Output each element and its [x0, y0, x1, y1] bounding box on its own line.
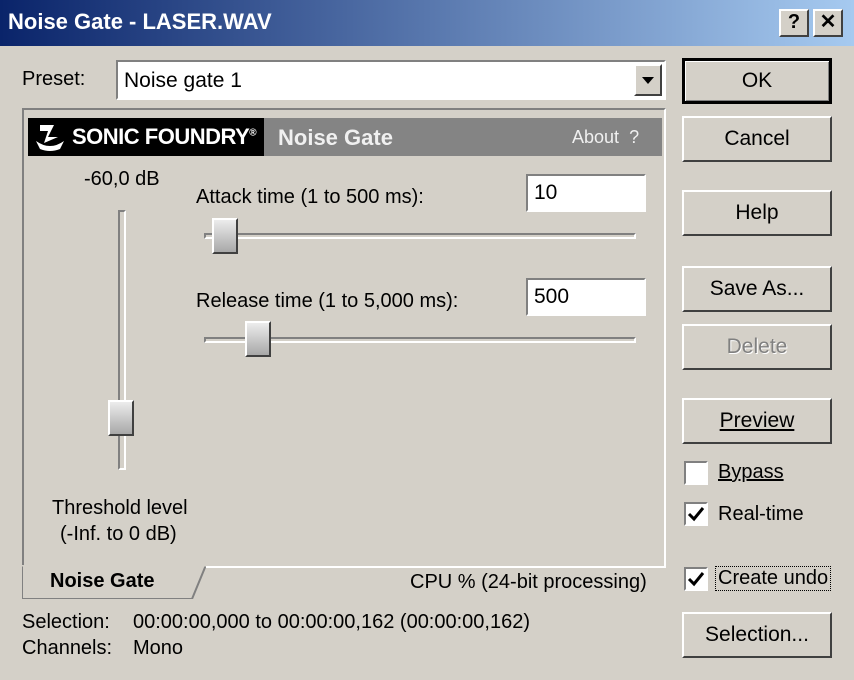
preview-button[interactable]: Preview [682, 398, 832, 444]
threshold-label: Threshold level [52, 497, 188, 519]
help-button[interactable]: Help [682, 190, 832, 236]
close-button[interactable]: ✕ [813, 9, 843, 37]
title-bar: Noise Gate - LASER.WAV ? ✕ [0, 0, 854, 46]
save-as-button[interactable]: Save As... [682, 266, 832, 312]
plugin-name: Noise Gate [278, 125, 393, 150]
bypass-checkbox[interactable] [684, 461, 708, 485]
window-title: Noise Gate - LASER.WAV [8, 9, 272, 34]
attack-slider-thumb[interactable] [212, 218, 239, 254]
sonic-foundry-logo-icon [36, 125, 64, 151]
create-undo-checkbox[interactable] [684, 567, 708, 591]
about-link[interactable]: About ? [572, 127, 639, 148]
channels-label: Channels: [22, 637, 113, 659]
tab-noise-gate-label: Noise Gate [50, 570, 155, 592]
attack-slider-track[interactable] [204, 233, 636, 239]
release-slider-thumb[interactable] [244, 321, 271, 357]
delete-button[interactable]: Delete [682, 324, 832, 370]
realtime-checkbox[interactable] [684, 502, 708, 526]
preset-value: Noise gate 1 [124, 69, 242, 92]
cpu-status: CPU % (24-bit processing) [410, 571, 647, 593]
cancel-button[interactable]: Cancel [682, 116, 832, 162]
threshold-value: -60,0 dB [84, 168, 160, 190]
threshold-slider-thumb[interactable] [108, 400, 134, 437]
ok-button[interactable]: OK [682, 58, 832, 104]
brand-name: SONIC FOUNDRY® [72, 124, 257, 149]
attack-input[interactable]: 10 [526, 174, 646, 212]
help-question-button[interactable]: ? [779, 9, 809, 37]
plugin-header: SONIC FOUNDRY® Noise Gate About ? [28, 118, 662, 156]
threshold-range-label: (-Inf. to 0 dB) [60, 523, 177, 545]
checkmark-icon [687, 507, 705, 522]
realtime-label[interactable]: Real-time [718, 503, 804, 526]
preset-dropdown[interactable]: Noise gate 1 [116, 60, 666, 100]
release-input[interactable]: 500 [526, 278, 646, 316]
bypass-label[interactable]: Bypass [718, 461, 784, 484]
brand-logo: SONIC FOUNDRY® [28, 118, 264, 156]
selection-label: Selection: [22, 611, 110, 633]
channels-value: Mono [133, 637, 184, 659]
checkmark-icon [687, 572, 705, 587]
release-label: Release time (1 to 5,000 ms): [196, 290, 459, 312]
attack-label: Attack time (1 to 500 ms): [196, 186, 424, 208]
selection-button[interactable]: Selection... [682, 612, 832, 658]
chevron-down-icon [642, 77, 654, 84]
dropdown-arrow-button[interactable] [634, 64, 662, 96]
preset-label: Preset: [22, 68, 86, 90]
selection-value: 00:00:00,000 to 00:00:00,162 (00:00:00,1… [133, 611, 531, 633]
create-undo-label[interactable]: Create undo [714, 566, 832, 591]
